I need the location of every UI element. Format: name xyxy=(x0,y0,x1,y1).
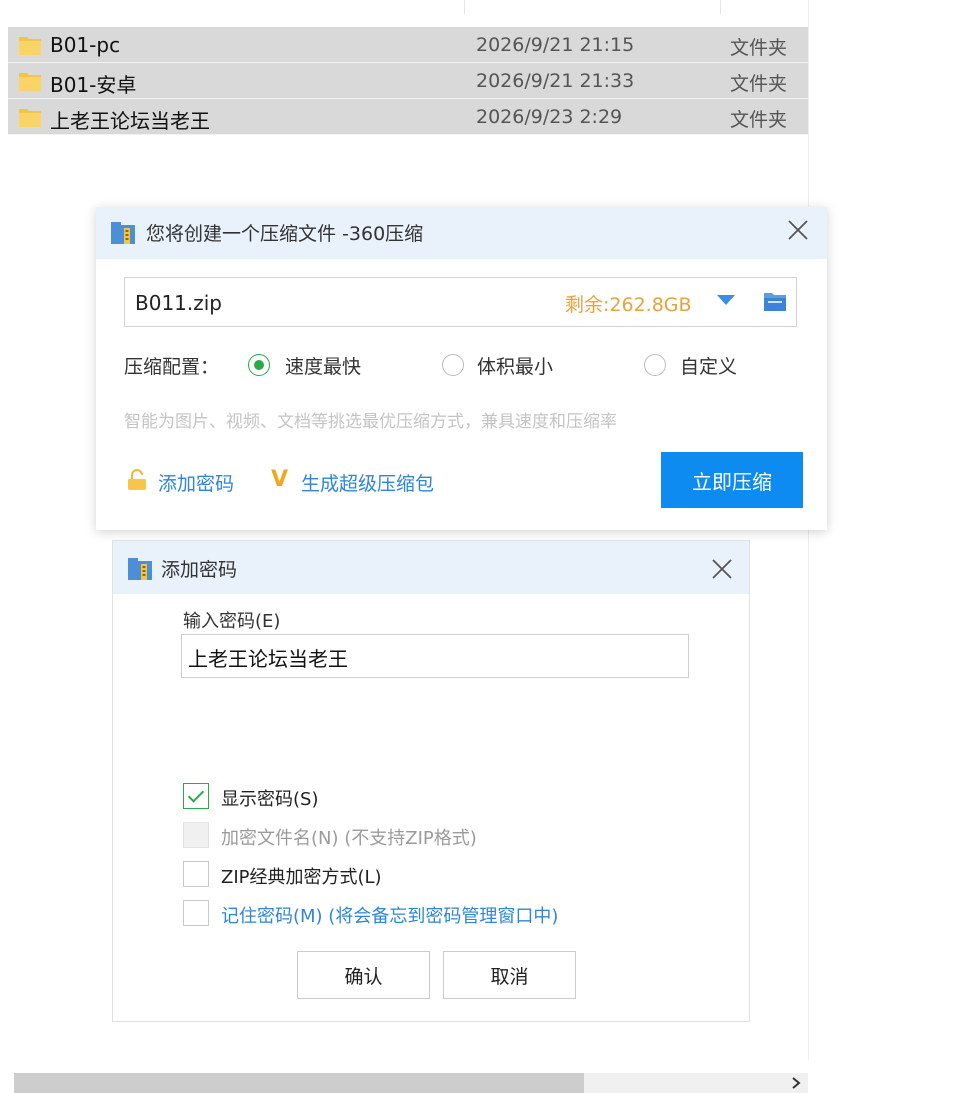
file-modified-date: 2026/9/21 21:15 xyxy=(476,34,635,56)
compress-hint-text: 智能为图片、视频、文档等挑选最优压缩方式，兼具速度和压缩率 xyxy=(124,412,617,432)
file-type: 文件夹 xyxy=(730,37,788,59)
file-modified-date: 2026/9/21 21:33 xyxy=(476,70,635,92)
radio-speed-fastest[interactable] xyxy=(248,354,270,376)
encrypt-filename-checkbox xyxy=(183,822,209,848)
folder-icon xyxy=(19,109,41,127)
radio-custom[interactable] xyxy=(644,354,666,376)
file-row-b01-android[interactable]: B01-安卓 2026/9/21 21:33 文件夹 xyxy=(8,63,808,99)
show-password-checkbox[interactable] xyxy=(183,783,209,809)
add-password-link[interactable]: 添加密码 xyxy=(158,469,234,496)
password-input-label: 输入密码(E) xyxy=(183,611,281,632)
zip-classic-encryption-checkbox[interactable] xyxy=(183,861,209,887)
radio-size-smallest[interactable] xyxy=(442,354,464,376)
vip-icon: V xyxy=(271,467,289,492)
horizontal-scrollbar-thumb[interactable] xyxy=(14,1073,584,1093)
close-icon[interactable] xyxy=(710,557,734,581)
file-name: B01-pc xyxy=(50,33,121,57)
compress-now-button[interactable]: 立即压缩 xyxy=(661,452,803,508)
password-dialog-titlebar[interactable]: 添加密码 xyxy=(113,541,749,594)
file-row-b01-pc[interactable]: B01-pc 2026/9/21 21:15 文件夹 xyxy=(8,27,808,63)
compress-dialog-titlebar[interactable]: 您将创建一个压缩文件 -360压缩 xyxy=(96,207,827,259)
show-password-label[interactable]: 显示密码(S) xyxy=(221,785,318,811)
folder-icon xyxy=(19,37,41,55)
compress-dialog: 您将创建一个压缩文件 -360压缩 剩余:262.8GB 压缩配置： 速度最快 … xyxy=(96,207,827,530)
column-separator xyxy=(720,0,721,14)
scroll-right-arrow-icon[interactable] xyxy=(786,1073,806,1093)
chevron-down-icon[interactable] xyxy=(717,295,735,305)
compress-config-label: 压缩配置： xyxy=(124,356,220,378)
file-type: 文件夹 xyxy=(730,73,788,95)
encrypt-filename-label: 加密文件名(N) (不支持ZIP格式) xyxy=(221,828,477,849)
pane-divider xyxy=(808,0,809,1060)
password-dialog-title: 添加密码 xyxy=(161,559,238,581)
file-row-laowang[interactable]: 上老王论坛当老王 2026/9/23 2:29 文件夹 xyxy=(8,99,808,135)
archive-app-icon xyxy=(111,222,135,244)
radio-label-speed-fastest[interactable]: 速度最快 xyxy=(285,352,361,379)
password-input[interactable] xyxy=(181,634,689,678)
super-package-link[interactable]: 生成超级压缩包 xyxy=(301,469,434,496)
archive-app-icon xyxy=(128,558,152,580)
file-type: 文件夹 xyxy=(730,109,788,131)
file-name: B01-安卓 xyxy=(50,73,137,97)
file-name: 上老王论坛当老王 xyxy=(50,109,210,133)
archive-path-box: 剩余:262.8GB xyxy=(124,277,797,327)
remember-password-label[interactable]: 记住密码(M) (将会备忘到密码管理窗口中) xyxy=(221,902,558,928)
file-modified-date: 2026/9/23 2:29 xyxy=(476,106,623,128)
add-password-dialog: 添加密码 输入密码(E) 显示密码(S) 加密文件名(N) (不支持ZIP格式)… xyxy=(112,540,750,1022)
column-separator xyxy=(464,0,465,14)
radio-label-custom[interactable]: 自定义 xyxy=(680,352,737,379)
confirm-button[interactable]: 确认 xyxy=(297,951,430,999)
radio-label-size-smallest[interactable]: 体积最小 xyxy=(477,352,553,379)
zip-classic-encryption-label[interactable]: ZIP经典加密方式(L) xyxy=(221,863,382,889)
cancel-button[interactable]: 取消 xyxy=(443,951,576,999)
file-list: B01-pc 2026/9/21 21:15 文件夹 B01-安卓 2026/9… xyxy=(8,27,808,135)
browse-folder-icon[interactable] xyxy=(763,290,787,312)
close-icon[interactable] xyxy=(786,218,810,242)
compress-dialog-title: 您将创建一个压缩文件 -360压缩 xyxy=(146,223,424,245)
free-space-label: 剩余:262.8GB xyxy=(565,294,692,316)
archive-filename-input[interactable] xyxy=(133,286,557,320)
folder-icon xyxy=(19,73,41,91)
lock-icon[interactable] xyxy=(127,469,147,491)
remember-password-checkbox[interactable] xyxy=(183,900,209,926)
